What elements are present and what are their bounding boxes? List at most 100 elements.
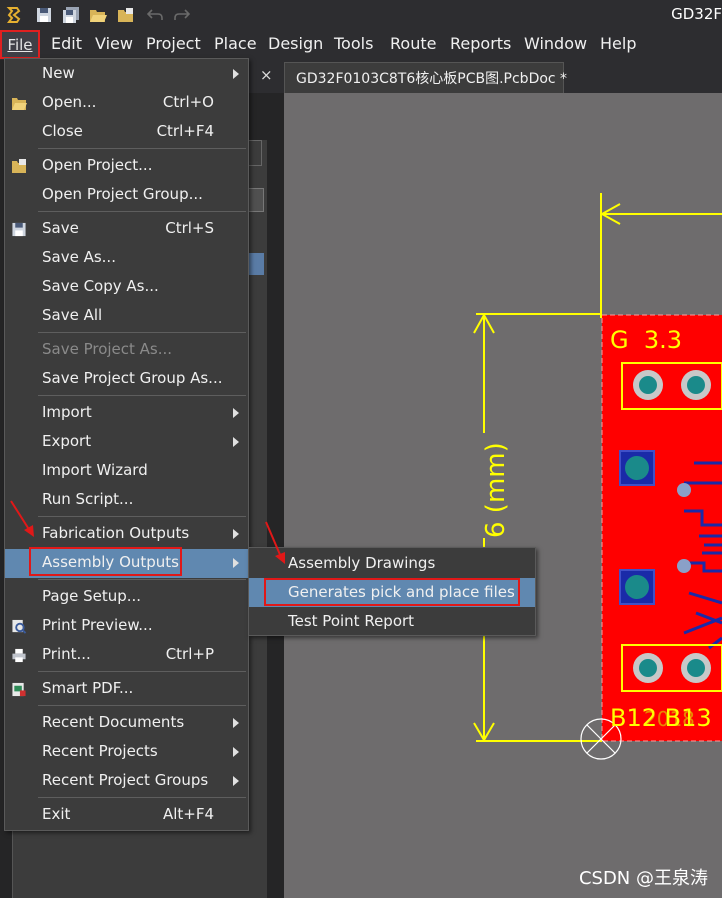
menu-item-shortcut: Alt+F4 <box>162 805 214 823</box>
menu-item-label: Smart PDF... <box>42 679 134 697</box>
menu-separator <box>38 395 246 396</box>
menu-reports[interactable]: Reports <box>450 34 511 53</box>
submenu-arrow-icon <box>233 558 239 568</box>
menu-item-label: Recent Projects <box>42 742 158 760</box>
menu-item-label: Import <box>42 403 92 421</box>
menu-item-label: Recent Documents <box>42 713 185 731</box>
menu-item-import-wizard[interactable]: Import Wizard <box>5 457 248 486</box>
submenu-arrow-icon <box>233 776 239 786</box>
submenu-arrow-icon <box>233 747 239 757</box>
menu-item-close[interactable]: Close Ctrl+F4 <box>5 118 248 147</box>
menu-item-label: Assembly Drawings <box>288 554 436 572</box>
annotation-arrow-icon <box>10 500 34 537</box>
menu-item-recent-projects[interactable]: Recent Projects <box>5 738 248 767</box>
menu-item-label: Test Point Report <box>288 612 415 630</box>
menu-item-label: Open Project Group... <box>42 185 203 203</box>
menu-item-label: Run Script... <box>42 490 134 508</box>
menu-item-label: Save Project As... <box>42 340 173 358</box>
pcb-bottom-label: B12 B13 <box>610 704 712 732</box>
undo-icon[interactable] <box>145 5 165 25</box>
submenu-arrow-icon <box>233 718 239 728</box>
open-folder-icon[interactable] <box>88 5 108 25</box>
menu-route[interactable]: Route <box>390 34 436 53</box>
menu-edit[interactable]: Edit <box>51 34 82 53</box>
menu-item-export[interactable]: Export <box>5 428 248 457</box>
pcb-top-label: G 3.3 <box>610 326 682 354</box>
title-bar: GD32F <box>0 0 722 30</box>
menu-item-save-all[interactable]: Save All <box>5 302 248 331</box>
save-all-icon[interactable] <box>61 5 81 25</box>
menu-window[interactable]: Window <box>524 34 587 53</box>
menu-item-smart-pdf[interactable]: Smart PDF... <box>5 675 248 704</box>
menu-item-save-copy-as[interactable]: Save Copy As... <box>5 273 248 302</box>
menu-item-label: Open... <box>42 93 97 111</box>
menu-item-label: New <box>42 64 75 82</box>
menu-project[interactable]: Project <box>146 34 201 53</box>
menu-item-label: Save Copy As... <box>42 277 159 295</box>
menu-help[interactable]: Help <box>600 34 636 53</box>
menu-item-print-preview[interactable]: Print Preview... <box>5 612 248 641</box>
menu-item-save-project-as: Save Project As... <box>5 336 248 365</box>
document-tab[interactable]: GD32F0103C8T6核心板PCB图.PcbDoc * <box>284 62 567 93</box>
menu-item-test-point-report[interactable]: Test Point Report <box>249 607 535 636</box>
menu-separator <box>38 211 246 212</box>
pcb-canvas[interactable]: G 3.3 2018 B12 B13 6 (mm) <box>284 93 722 898</box>
menu-item-label: Exit <box>42 805 71 823</box>
menu-item-label: Open Project... <box>42 156 153 174</box>
panel-search <box>248 188 264 212</box>
panel-control <box>248 140 262 166</box>
menu-separator <box>38 797 246 798</box>
menu-item-label: Save Project Group As... <box>42 369 223 387</box>
menu-item-label: Save As... <box>42 248 116 266</box>
open-project-icon[interactable] <box>116 5 136 25</box>
submenu-arrow-icon <box>233 69 239 79</box>
annotation-arrow-icon <box>265 521 285 564</box>
annotation-box-pick-and-place <box>264 578 520 606</box>
menu-item-label: Print Preview... <box>42 616 153 634</box>
close-tab-icon[interactable]: × <box>260 66 273 84</box>
menu-item-shortcut: Ctrl+P <box>165 645 214 663</box>
menu-item-recent-documents[interactable]: Recent Documents <box>5 709 248 738</box>
app-logo-icon <box>4 5 24 25</box>
menu-item-open-project-group[interactable]: Open Project Group... <box>5 181 248 210</box>
menu-item-label: Recent Project Groups <box>42 771 209 789</box>
submenu-arrow-icon <box>233 529 239 539</box>
panel-selection <box>248 253 264 275</box>
menu-item-open[interactable]: Open... Ctrl+O <box>5 89 248 118</box>
menu-item-run-script[interactable]: Run Script... <box>5 486 248 515</box>
open-project-icon <box>12 159 26 173</box>
menu-view[interactable]: View <box>95 34 133 53</box>
watermark: CSDN @王泉涛 <box>578 868 708 889</box>
menu-separator <box>38 579 246 580</box>
menu-separator <box>38 332 246 333</box>
menu-separator <box>38 671 246 672</box>
menu-tools[interactable]: Tools <box>334 34 373 53</box>
menu-item-label: Close <box>42 122 83 140</box>
menu-file-label: File <box>7 35 33 54</box>
menu-item-recent-project-groups[interactable]: Recent Project Groups <box>5 767 248 796</box>
menu-item-import[interactable]: Import <box>5 399 248 428</box>
menu-item-shortcut: Ctrl+F4 <box>156 122 214 140</box>
menu-item-new[interactable]: New <box>5 60 248 89</box>
menu-design[interactable]: Design <box>268 34 323 53</box>
menu-item-fabrication-outputs[interactable]: Fabrication Outputs <box>5 520 248 549</box>
printer-icon <box>12 648 26 663</box>
dimension-label: 6 (mm) <box>481 442 511 538</box>
menu-item-label: Print... <box>42 645 91 663</box>
menu-separator <box>38 148 246 149</box>
menu-item-save-as[interactable]: Save As... <box>5 244 248 273</box>
menu-place[interactable]: Place <box>214 34 257 53</box>
menu-item-save-project-group-as[interactable]: Save Project Group As... <box>5 365 248 394</box>
menu-item-print[interactable]: Print... Ctrl+P <box>5 641 248 670</box>
menu-item-label: Save <box>42 219 79 237</box>
menu-item-assembly-drawings[interactable]: Assembly Drawings <box>249 549 535 578</box>
menu-item-open-project[interactable]: Open Project... <box>5 152 248 181</box>
menu-item-exit[interactable]: Exit Alt+F4 <box>5 801 248 830</box>
menu-item-save[interactable]: Save Ctrl+S <box>5 215 248 244</box>
menu-item-shortcut: Ctrl+O <box>162 93 214 111</box>
menu-file[interactable]: File <box>0 30 40 59</box>
redo-icon[interactable] <box>172 5 192 25</box>
save-icon[interactable] <box>34 5 54 25</box>
menu-item-label: Fabrication Outputs <box>42 524 190 542</box>
menu-item-page-setup[interactable]: Page Setup... <box>5 583 248 612</box>
